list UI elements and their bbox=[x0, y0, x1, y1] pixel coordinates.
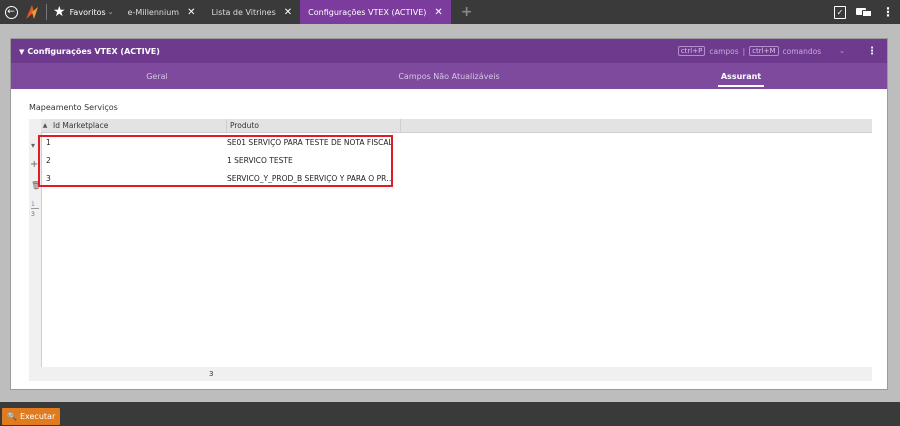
topbar-actions: ✓ ⋮ bbox=[834, 0, 894, 24]
tab-label: Configurações VTEX (ACTIVE) bbox=[308, 7, 427, 17]
close-icon[interactable]: ✕ bbox=[434, 7, 442, 18]
star-icon: ★ bbox=[53, 4, 66, 20]
column-header-produto[interactable]: Produto bbox=[227, 118, 401, 133]
kbd-commands: ctrl+M bbox=[749, 46, 779, 56]
cell-produto: SERVICO_Y_PROD_B SERVIÇO Y PARA O PRO... bbox=[227, 173, 399, 183]
workspace: ▼ Configurações VTEX (ACTIVE) ctrl+P camp… bbox=[0, 24, 900, 402]
hint-commands-label: comandos bbox=[782, 46, 822, 56]
kbd-fields: ctrl+P bbox=[677, 46, 706, 56]
cell-produto: SE01 SERVIÇO PARA TESTE DE NOTA FISCAL bbox=[227, 137, 393, 147]
triangle-down-icon[interactable]: ▾ bbox=[31, 141, 35, 150]
tab-campos-nao-atualizaveis[interactable]: Campos Não Atualizáveis bbox=[303, 63, 595, 89]
hint-divider: | bbox=[742, 46, 746, 56]
chat-icon[interactable] bbox=[856, 7, 872, 18]
tab-configuracoes-vtex[interactable]: Configurações VTEX (ACTIVE) ✕ bbox=[300, 0, 451, 24]
bottom-bar: 🔍 Executar bbox=[0, 402, 900, 426]
sort-icon[interactable]: ▲ bbox=[41, 122, 49, 129]
chevron-down-icon: ⌄ bbox=[107, 8, 114, 16]
grid-body: 1 SE01 SERVIÇO PARA TESTE DE NOTA FISCAL… bbox=[41, 133, 872, 367]
column-header-id-marketplace[interactable]: Id Marketplace bbox=[49, 118, 227, 133]
close-icon[interactable]: ✕ bbox=[187, 7, 195, 18]
triangle-down-icon: ▼ bbox=[19, 47, 25, 56]
chevron-down-icon[interactable]: ⌄ bbox=[839, 47, 845, 55]
services-grid: ▾ + 🗑 1 3 ▲ Id Marketplace Produto 1 SE0… bbox=[29, 118, 872, 381]
cell-id: 3 bbox=[46, 173, 51, 183]
section-title: Mapeamento Serviços bbox=[29, 103, 118, 112]
tab-assurant[interactable]: Assurant bbox=[595, 63, 887, 89]
panel-tabs: Geral Campos Não Atualizáveis Assurant bbox=[11, 63, 887, 89]
tab-geral[interactable]: Geral bbox=[11, 63, 303, 89]
divider bbox=[46, 4, 47, 20]
table-row[interactable]: 1 SE01 SERVIÇO PARA TESTE DE NOTA FISCAL bbox=[42, 133, 872, 151]
cell-id: 1 bbox=[46, 137, 51, 147]
run-button[interactable]: 🔍 Executar bbox=[2, 408, 61, 425]
grid-main: ▲ Id Marketplace Produto 1 SE01 SERVIÇO … bbox=[41, 118, 872, 381]
panel-title-text: Configurações VTEX (ACTIVE) bbox=[27, 46, 160, 56]
page-current[interactable]: 1 bbox=[31, 201, 35, 208]
grid-footer: 3 bbox=[41, 367, 872, 381]
tab-label: Lista de Vitrines bbox=[211, 7, 276, 17]
hint-fields-label: campos bbox=[709, 46, 739, 56]
tab-lista-de-vitrines[interactable]: Lista de Vitrines ✕ bbox=[203, 0, 300, 24]
config-panel: ▼ Configurações VTEX (ACTIVE) ctrl+P camp… bbox=[10, 38, 888, 390]
page-total: 3 bbox=[31, 211, 35, 218]
run-label: Executar bbox=[19, 412, 56, 421]
back-arrow-icon: ← bbox=[4, 5, 18, 19]
tab-e-millennium[interactable]: e-Millennium ✕ bbox=[120, 0, 204, 24]
page-divider bbox=[31, 208, 39, 209]
kebab-menu-icon[interactable]: ⋮ bbox=[882, 5, 894, 19]
tab-label: e-Millennium bbox=[127, 7, 180, 17]
keyboard-hints: ctrl+P campos | ctrl+M comandos ⌄ ⋮ bbox=[677, 39, 877, 63]
favorites-label: Favoritos bbox=[69, 7, 106, 17]
clipboard-icon[interactable]: ✓ bbox=[834, 5, 846, 19]
trash-icon[interactable]: 🗑 bbox=[31, 181, 41, 190]
row-count: 3 bbox=[209, 370, 214, 378]
grid-toolbar: ▾ + 🗑 1 3 bbox=[29, 119, 41, 381]
search-icon: 🔍 bbox=[7, 412, 17, 421]
table-row[interactable]: 3 SERVICO_Y_PROD_B SERVIÇO Y PARA O PRO.… bbox=[42, 169, 872, 187]
back-button[interactable]: ← bbox=[0, 0, 22, 24]
table-row[interactable]: 2 1 SERVICO TESTE bbox=[42, 151, 872, 169]
cell-id: 2 bbox=[46, 155, 51, 165]
panel-header[interactable]: ▼ Configurações VTEX (ACTIVE) ctrl+P camp… bbox=[11, 39, 887, 63]
kebab-menu-icon[interactable]: ⋮ bbox=[867, 46, 877, 57]
logo-icon bbox=[22, 0, 42, 24]
grid-header: ▲ Id Marketplace Produto bbox=[41, 118, 872, 133]
panel-title: ▼ Configurações VTEX (ACTIVE) bbox=[19, 47, 160, 56]
plus-icon[interactable]: + bbox=[30, 159, 38, 170]
favorites-menu[interactable]: ★ Favoritos ⌄ bbox=[51, 0, 120, 24]
add-tab-button[interactable]: + bbox=[451, 4, 483, 20]
close-icon[interactable]: ✕ bbox=[284, 7, 292, 18]
top-bar: ← ★ Favoritos ⌄ e-Millennium ✕ Lista de … bbox=[0, 0, 900, 24]
cell-produto: 1 SERVICO TESTE bbox=[227, 155, 293, 165]
